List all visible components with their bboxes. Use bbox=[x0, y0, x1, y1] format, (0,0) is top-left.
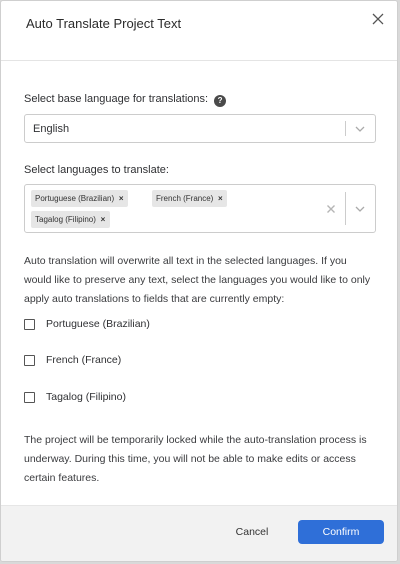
select-separator bbox=[345, 121, 346, 136]
base-language-label-text: Select base language for translations: bbox=[24, 93, 209, 105]
checkbox[interactable] bbox=[24, 392, 35, 403]
base-language-select[interactable]: English bbox=[24, 114, 376, 143]
cancel-button[interactable]: Cancel bbox=[227, 520, 277, 544]
question-circle-icon[interactable]: ? bbox=[214, 95, 227, 107]
chip-label: French (France) bbox=[156, 194, 214, 203]
dialog-title: Auto Translate Project Text bbox=[26, 16, 182, 31]
chevron-down-icon[interactable] bbox=[353, 202, 367, 216]
chip-remove-icon[interactable]: × bbox=[213, 190, 227, 207]
empty-only-option-tagalog[interactable]: Tagalog (Filipino) bbox=[24, 390, 144, 406]
target-languages-label: Select languages to translate: bbox=[24, 164, 169, 176]
chip-label: Portuguese (Brazilian) bbox=[35, 194, 115, 203]
base-language-label: Select base language for translations:? bbox=[24, 93, 227, 107]
language-chip: Portuguese (Brazilian) × bbox=[31, 190, 129, 207]
checkbox-label: Tagalog (Filipino) bbox=[46, 391, 126, 403]
dialog-footer: Cancel Confirm bbox=[1, 505, 397, 561]
close-button[interactable] bbox=[369, 10, 387, 28]
checkbox-label: Portuguese (Brazilian) bbox=[46, 318, 150, 330]
close-icon bbox=[372, 13, 384, 25]
clear-all-icon[interactable] bbox=[326, 204, 336, 214]
lock-note: The project will be temporarily locked w… bbox=[24, 434, 367, 484]
chip-remove-icon[interactable]: × bbox=[96, 211, 110, 228]
checkbox[interactable] bbox=[24, 355, 35, 366]
select-separator bbox=[345, 192, 346, 225]
chip-label: Tagalog (Filipino) bbox=[35, 215, 96, 224]
auto-translate-dialog: Auto Translate Project Text Select base … bbox=[0, 0, 398, 562]
target-languages-multiselect[interactable]: Portuguese (Brazilian) × French (France) ×… bbox=[24, 184, 376, 233]
chevron-down-icon[interactable] bbox=[353, 122, 367, 136]
confirm-button[interactable]: Confirm bbox=[298, 520, 384, 544]
checkbox[interactable] bbox=[24, 319, 35, 330]
chip-remove-icon[interactable]: × bbox=[114, 190, 128, 207]
empty-only-option-portuguese[interactable]: Portuguese (Brazilian) bbox=[24, 317, 164, 333]
base-language-value: English bbox=[33, 123, 70, 135]
language-chip: French (France) × bbox=[152, 190, 228, 207]
empty-only-option-french[interactable]: French (France) bbox=[24, 353, 134, 369]
dialog-header: Auto Translate Project Text bbox=[1, 1, 397, 61]
overwrite-note: Auto translation will overwrite all text… bbox=[24, 255, 371, 305]
checkbox-label: French (France) bbox=[46, 354, 122, 366]
language-chip: Tagalog (Filipino) × bbox=[31, 211, 110, 228]
